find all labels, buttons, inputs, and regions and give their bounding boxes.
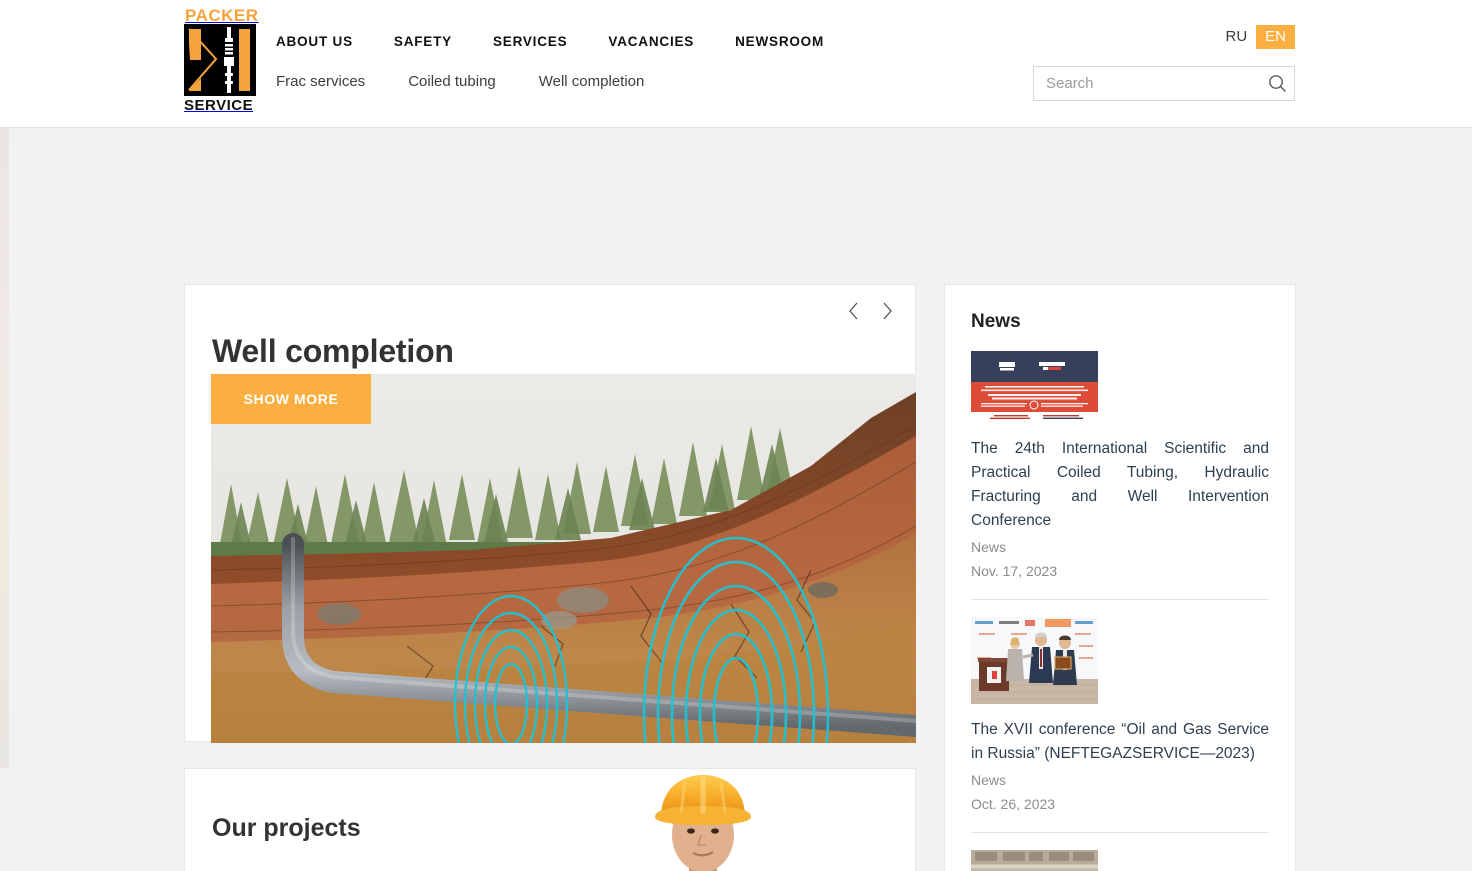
- logo-packer-tool-icon: [224, 27, 234, 93]
- news-date: Nov. 17, 2023: [971, 563, 1058, 579]
- our-projects-card: Our projects Ready-made projects of the …: [184, 768, 916, 871]
- our-projects-title: Our projects: [212, 813, 361, 842]
- nav-item-services[interactable]: SERVICES: [493, 34, 567, 49]
- news-category: News: [971, 539, 1007, 555]
- search-button[interactable]: [1260, 67, 1294, 100]
- chevron-right-icon: [883, 302, 892, 320]
- news-section-title: News: [971, 311, 1021, 332]
- site-logo[interactable]: PACKER SERVICE: [184, 6, 259, 120]
- logo-mark: [184, 24, 256, 96]
- search-icon: [1268, 75, 1286, 92]
- logo-wordmark-top: PACKER: [185, 6, 259, 25]
- nav-item-safety[interactable]: SAFETY: [394, 34, 452, 49]
- news-list: The 24th International Scientific and Pr…: [945, 333, 1295, 871]
- page-body: Well completion SHOW MORE Our projects N…: [0, 128, 1472, 871]
- news-headline[interactable]: The 24th International Scientific and Pr…: [971, 437, 1269, 533]
- primary-navigation: ABOUT US SAFETY SERVICES VACANCIES NEWSR…: [276, 34, 865, 49]
- news-headline[interactable]: The XVII conference “Oil and Gas Service…: [971, 718, 1269, 766]
- carousel-prev-button[interactable]: [844, 299, 862, 323]
- nav-item-coiled-tubing[interactable]: Coiled tubing: [408, 73, 496, 90]
- news-thumbnail-group-photo: [971, 850, 1098, 871]
- logo-right-bar: [239, 29, 250, 91]
- page-title: Well completion: [212, 333, 454, 370]
- news-sidebar-card: News The 24th International Scientific a…: [944, 284, 1296, 871]
- nav-item-about-us[interactable]: ABOUT US: [276, 34, 353, 49]
- logo-k-glyph: [188, 28, 218, 92]
- language-switcher: RU EN: [1216, 25, 1295, 49]
- nav-item-vacancies[interactable]: VACANCIES: [608, 34, 694, 49]
- language-option-en[interactable]: EN: [1256, 25, 1295, 49]
- news-list-item[interactable]: The 24th International Scientific and Pr…: [945, 333, 1295, 599]
- nav-item-well-completion[interactable]: Well completion: [539, 73, 645, 90]
- group-photo-image: [971, 850, 1098, 871]
- news-list-item[interactable]: Coiled Tubing Technology Day of the Gazp…: [945, 832, 1295, 871]
- news-date: Oct. 26, 2023: [971, 796, 1056, 812]
- logo-wordmark-bottom: SERVICE: [184, 97, 254, 114]
- carousel-next-button[interactable]: [878, 299, 896, 323]
- nav-item-newsroom[interactable]: NEWSROOM: [735, 34, 824, 49]
- search-input[interactable]: [1034, 75, 1260, 92]
- news-thumbnail-award-ceremony: [971, 617, 1098, 704]
- carousel-navigation: [844, 299, 896, 323]
- search-box: [1033, 66, 1295, 101]
- nav-item-frac-services[interactable]: Frac services: [276, 73, 365, 90]
- show-more-button[interactable]: SHOW MORE: [211, 374, 371, 424]
- news-thumbnail-conference-poster: [971, 351, 1098, 423]
- hero-image: SHOW MORE: [211, 374, 916, 743]
- hero-slider-card: Well completion SHOW MORE: [184, 284, 916, 743]
- news-list-item[interactable]: The XVII conference “Oil and Gas Service…: [945, 599, 1295, 832]
- well-completion-cross-section-illustration: [211, 374, 916, 743]
- award-ceremony-photo: [971, 617, 1098, 704]
- conference-poster-image: [971, 351, 1098, 423]
- worker-photo: [593, 773, 813, 871]
- news-category: News: [971, 772, 1007, 788]
- secondary-navigation: Frac services Coiled tubing Well complet…: [276, 73, 687, 90]
- language-option-ru[interactable]: RU: [1216, 25, 1256, 49]
- chevron-left-icon: [848, 302, 857, 320]
- site-header: PACKER SERVICE ABOUT US SAFETY SERVICES …: [0, 0, 1472, 128]
- offscreen-edge-sliver: [0, 128, 9, 768]
